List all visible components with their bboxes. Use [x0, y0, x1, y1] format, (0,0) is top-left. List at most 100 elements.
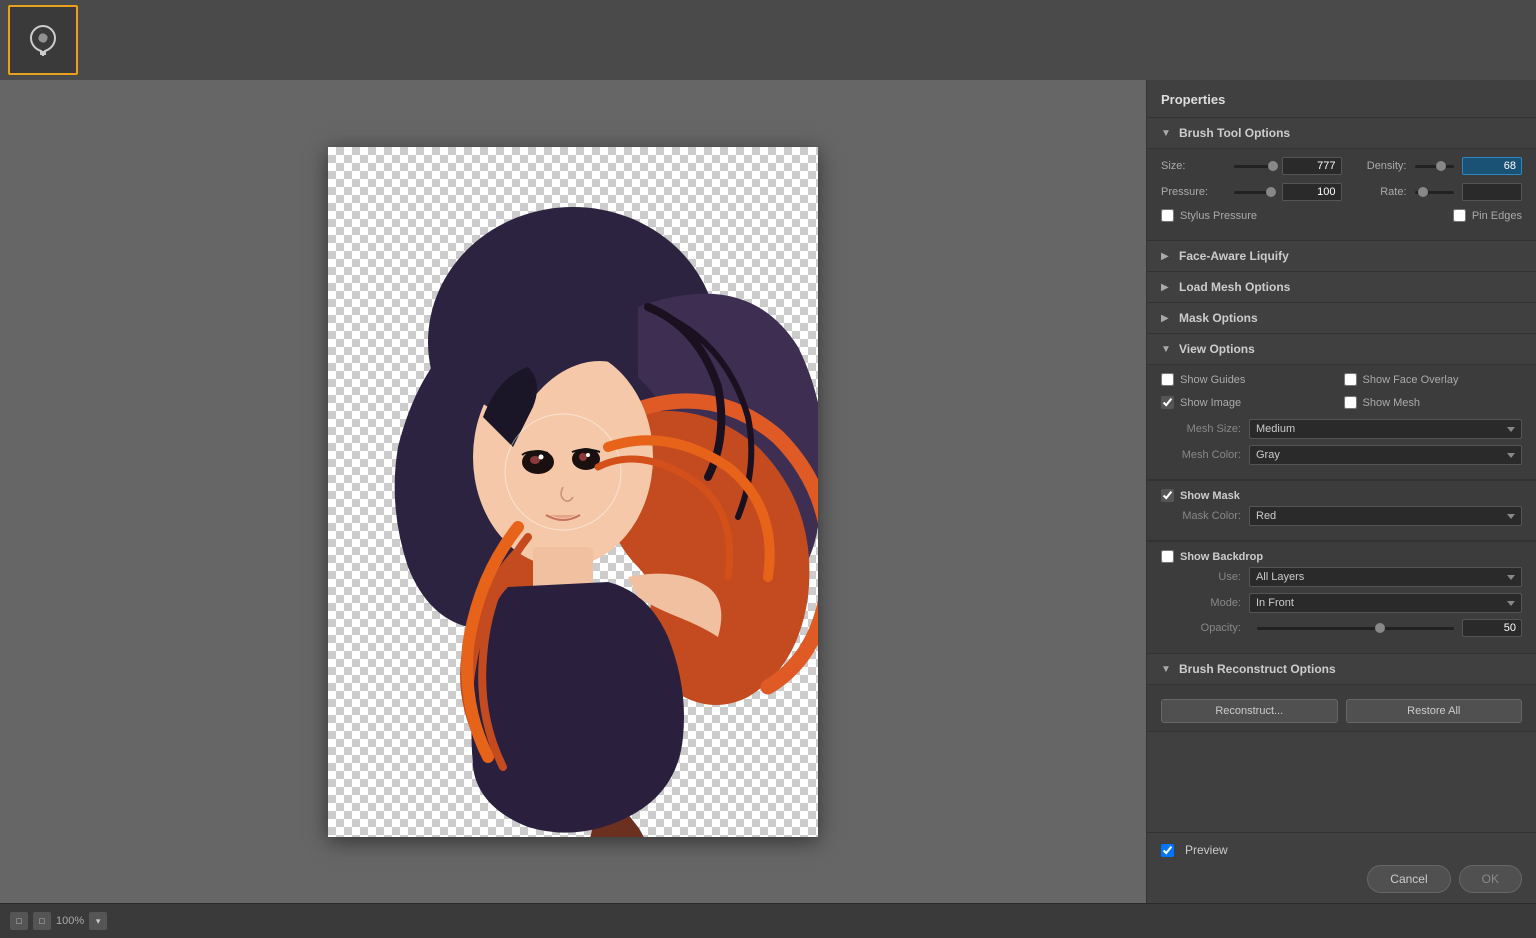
main-content: Properties Brush Tool Options Size: Dens…: [0, 80, 1536, 903]
opacity-slider[interactable]: [1257, 627, 1454, 630]
canvas-area[interactable]: [0, 80, 1146, 903]
brush-reconstruct-header[interactable]: Brush Reconstruct Options: [1147, 654, 1536, 685]
panel-title: Properties: [1147, 80, 1536, 118]
mesh-size-select[interactable]: Small Medium Large: [1249, 419, 1522, 439]
cancel-button[interactable]: Cancel: [1367, 865, 1450, 893]
show-mask-section: Show Mask Mask Color: Red Green Blue Gra…: [1147, 480, 1536, 541]
brush-tool-options-arrow: [1161, 127, 1173, 139]
footer-buttons: Cancel OK: [1161, 865, 1522, 893]
size-density-row: Size: Density:: [1161, 157, 1522, 175]
backdrop-opacity-label: Opacity:: [1161, 622, 1241, 634]
stylus-pressure-checkbox[interactable]: [1161, 209, 1174, 222]
stylus-pinedges-row: Stylus Pressure Pin Edges: [1161, 209, 1522, 226]
face-aware-header[interactable]: Face-Aware Liquify: [1147, 241, 1536, 272]
mesh-size-row: Mesh Size: Small Medium Large: [1161, 419, 1522, 439]
mask-color-select[interactable]: Red Green Blue Gray: [1249, 506, 1522, 526]
show-backdrop-section: Show Backdrop Use: All Layers Current La…: [1147, 541, 1536, 654]
load-mesh-arrow: [1161, 281, 1173, 293]
zoom-out-icon[interactable]: □: [10, 912, 28, 930]
load-mesh-title: Load Mesh Options: [1179, 280, 1290, 294]
mesh-size-label: Mesh Size:: [1161, 423, 1241, 435]
size-slider[interactable]: [1234, 165, 1274, 168]
density-slider[interactable]: [1415, 165, 1455, 168]
tool-icon-box[interactable]: [8, 5, 78, 75]
guides-face-overlay-row: Show Guides Show Face Overlay: [1161, 373, 1522, 390]
backdrop-use-select[interactable]: All Layers Current Layer: [1249, 567, 1522, 587]
artwork-illustration: [328, 147, 818, 837]
show-mask-label: Show Mask: [1180, 490, 1240, 502]
rate-slider-thumb[interactable]: [1418, 187, 1428, 197]
pin-edges-checkbox[interactable]: [1453, 209, 1466, 222]
density-input[interactable]: [1462, 157, 1522, 175]
density-label: Density:: [1352, 160, 1407, 172]
pressure-rate-row: Pressure: Rate:: [1161, 183, 1522, 201]
show-face-overlay-checkbox[interactable]: [1344, 373, 1357, 386]
view-options-arrow: [1161, 343, 1173, 355]
load-mesh-header[interactable]: Load Mesh Options: [1147, 272, 1536, 303]
show-backdrop-checkbox[interactable]: [1161, 550, 1174, 563]
density-slider-thumb[interactable]: [1436, 161, 1446, 171]
size-slider-thumb[interactable]: [1268, 161, 1278, 171]
brush-tool-options-header[interactable]: Brush Tool Options: [1147, 118, 1536, 149]
brush-tool-options-content: Size: Density: Pressure:: [1147, 149, 1536, 241]
mask-options-header[interactable]: Mask Options: [1147, 303, 1536, 334]
pressure-input[interactable]: [1282, 183, 1342, 201]
preview-checkbox[interactable]: [1161, 844, 1174, 857]
preview-row: Preview: [1161, 843, 1522, 857]
backdrop-use-row: Use: All Layers Current Layer: [1161, 567, 1522, 587]
stylus-pressure-row: Stylus Pressure: [1161, 209, 1340, 222]
brush-reconstruct-title: Brush Reconstruct Options: [1179, 662, 1336, 676]
backdrop-opacity-row: Opacity:: [1161, 619, 1522, 637]
panel-footer: Preview Cancel OK: [1147, 832, 1536, 903]
zoom-dropdown-icon[interactable]: ▾: [89, 912, 107, 930]
brush-reconstruct-arrow: [1161, 663, 1173, 675]
show-mask-row: Show Mask: [1161, 489, 1522, 502]
stylus-pressure-label: Stylus Pressure: [1180, 210, 1257, 222]
show-image-label: Show Image: [1180, 397, 1241, 409]
view-options-content: Show Guides Show Face Overlay Show Image: [1147, 365, 1536, 480]
top-toolbar: [0, 0, 1536, 80]
view-options-header[interactable]: View Options: [1147, 334, 1536, 365]
rate-label: Rate:: [1352, 186, 1407, 198]
pin-edges-row: Pin Edges: [1344, 209, 1523, 222]
show-mask-checkbox[interactable]: [1161, 489, 1174, 502]
show-mesh-checkbox[interactable]: [1344, 396, 1357, 409]
pin-edges-label: Pin Edges: [1472, 210, 1522, 222]
show-mesh-row: Show Mesh: [1344, 396, 1523, 409]
mesh-color-select[interactable]: Red Green Blue Gray: [1249, 445, 1522, 465]
reconstruct-button[interactable]: Reconstruct...: [1161, 699, 1338, 723]
backdrop-mode-label: Mode:: [1161, 597, 1241, 609]
zoom-value: 100%: [56, 915, 84, 927]
show-image-row: Show Image: [1161, 396, 1340, 409]
ok-button[interactable]: OK: [1459, 865, 1522, 893]
pressure-slider-thumb[interactable]: [1266, 187, 1276, 197]
mask-options-arrow: [1161, 312, 1173, 324]
liquify-tool-icon: [25, 22, 61, 58]
properties-panel: Properties Brush Tool Options Size: Dens…: [1146, 80, 1536, 903]
backdrop-mode-row: Mode: In Front Behind Blend: [1161, 593, 1522, 613]
panel-content: Brush Tool Options Size: Density:: [1147, 118, 1536, 832]
backdrop-use-label: Use:: [1161, 571, 1241, 583]
show-guides-checkbox[interactable]: [1161, 373, 1174, 386]
canvas-wrapper: [328, 147, 818, 837]
restore-all-button[interactable]: Restore All: [1346, 699, 1523, 723]
rate-input[interactable]: [1462, 183, 1522, 201]
backdrop-mode-select[interactable]: In Front Behind Blend: [1249, 593, 1522, 613]
mesh-color-row: Mesh Color: Red Green Blue Gray: [1161, 445, 1522, 465]
reconstruct-buttons: Reconstruct... Restore All: [1161, 699, 1522, 723]
pressure-slider[interactable]: [1234, 191, 1274, 194]
show-image-checkbox[interactable]: [1161, 396, 1174, 409]
image-mesh-row: Show Image Show Mesh: [1161, 396, 1522, 413]
opacity-slider-thumb[interactable]: [1375, 623, 1385, 633]
size-input[interactable]: [1282, 157, 1342, 175]
mask-color-label: Mask Color:: [1161, 510, 1241, 522]
face-aware-title: Face-Aware Liquify: [1179, 249, 1289, 263]
mask-color-row: Mask Color: Red Green Blue Gray: [1161, 506, 1522, 526]
opacity-input[interactable]: [1462, 619, 1522, 637]
zoom-in-icon[interactable]: □: [33, 912, 51, 930]
face-aware-arrow: [1161, 250, 1173, 262]
show-backdrop-row: Show Backdrop: [1161, 550, 1522, 563]
rate-slider[interactable]: [1415, 191, 1455, 194]
size-label: Size:: [1161, 160, 1226, 172]
preview-label: Preview: [1185, 843, 1228, 857]
